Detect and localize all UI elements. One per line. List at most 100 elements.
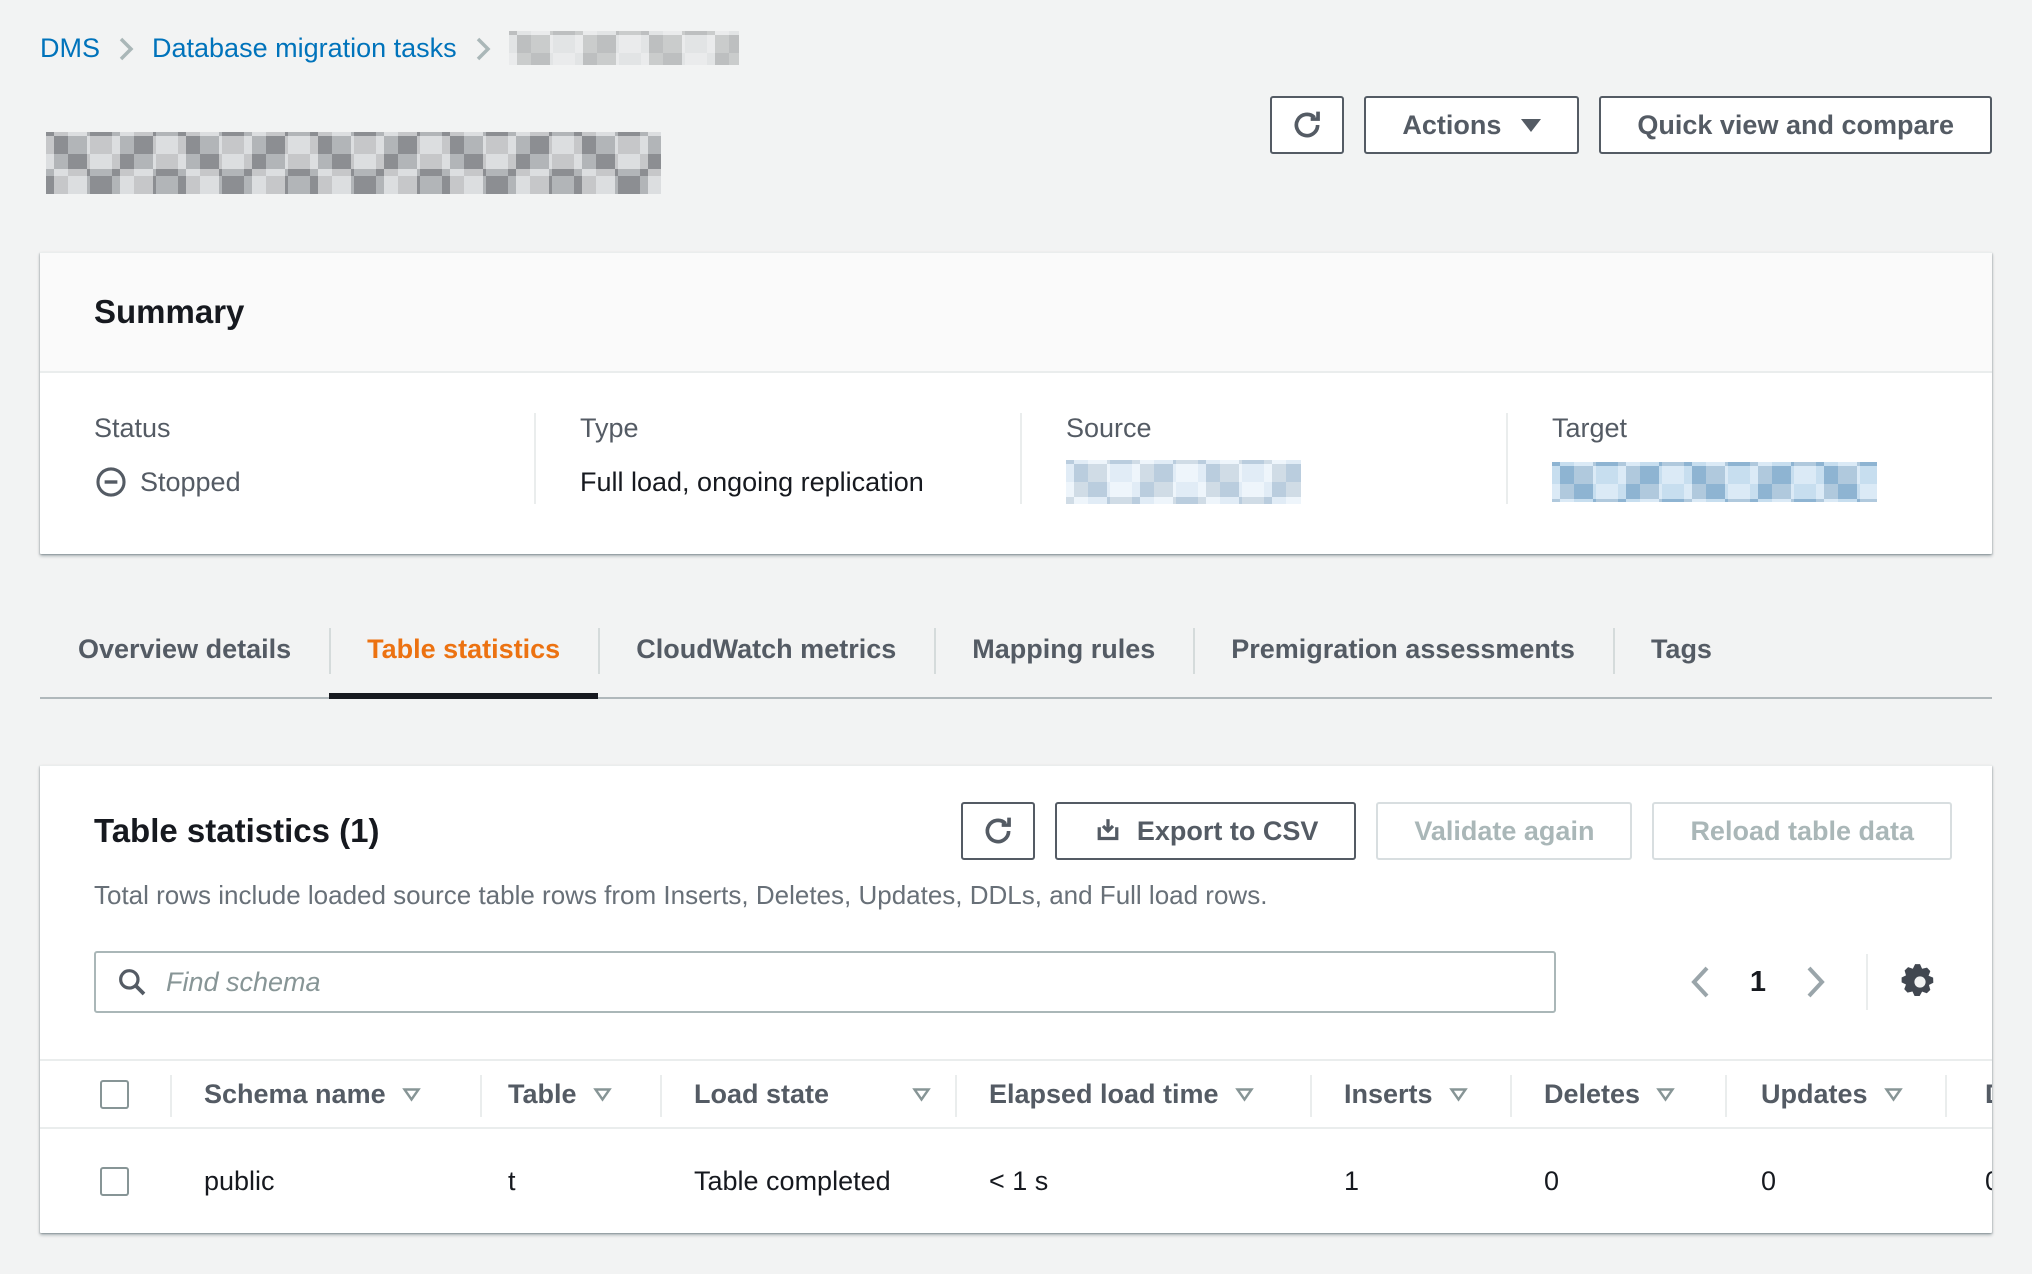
breadcrumb-link-tasks[interactable]: Database migration tasks — [152, 33, 457, 64]
source-link-redacted[interactable] — [1066, 460, 1301, 504]
table-statistics-title: Table statistics (1) — [94, 802, 379, 850]
quick-view-and-compare-button[interactable]: Quick view and compare — [1599, 96, 1992, 154]
page-header: Actions Quick view and compare — [40, 96, 1992, 196]
schema-search — [94, 951, 1556, 1013]
target-value — [1552, 460, 1962, 504]
column-header-schema-name[interactable]: Schema name — [170, 1061, 480, 1127]
table-toolbar: 1 — [40, 911, 1992, 1013]
dms-task-page: DMS Database migration tasks Actions — [0, 0, 2032, 1274]
target-label: Target — [1552, 413, 1962, 444]
summary-card-header: Summary — [40, 253, 1992, 373]
export-to-csv-label: Export to CSV — [1137, 816, 1319, 847]
download-icon — [1093, 816, 1123, 846]
search-icon — [116, 966, 148, 998]
cell-load-state: Table completed — [660, 1129, 955, 1233]
tab-table-statistics[interactable]: Table statistics — [329, 618, 598, 697]
actions-button[interactable]: Actions — [1364, 96, 1579, 154]
summary-status-column: Status Stopped — [40, 413, 534, 504]
inserts-header-label: Inserts — [1344, 1079, 1433, 1110]
tab-mapping-rules[interactable]: Mapping rules — [934, 618, 1193, 697]
header-checkbox-cell — [40, 1061, 170, 1127]
column-header-inserts[interactable]: Inserts — [1310, 1061, 1510, 1127]
previous-page-button[interactable] — [1672, 954, 1728, 1010]
validate-again-label: Validate again — [1414, 816, 1594, 847]
sort-icon[interactable] — [402, 1087, 421, 1102]
pagination: 1 — [1672, 952, 1950, 1012]
summary-card: Summary Status Stopped Type Full load, o… — [40, 252, 1992, 554]
table-statistics-table: Schema name Table Load state — [40, 1059, 1992, 1233]
actions-button-label: Actions — [1402, 110, 1501, 141]
type-label: Type — [580, 413, 990, 444]
tab-overview-details[interactable]: Overview details — [40, 618, 329, 697]
tab-tags-label: Tags — [1651, 634, 1712, 664]
column-header-updates[interactable]: Updates — [1725, 1061, 1945, 1127]
cell-table: t — [480, 1129, 660, 1233]
chevron-right-icon — [475, 36, 491, 60]
table-header-label: Table — [508, 1079, 577, 1110]
sort-icon[interactable] — [593, 1087, 612, 1102]
quick-view-label: Quick view and compare — [1637, 110, 1954, 141]
table-row[interactable]: public t Table completed < 1 s 1 0 0 0 — [40, 1129, 1992, 1233]
chevron-right-icon — [118, 36, 134, 60]
status-label: Status — [94, 413, 504, 444]
tab-premigration-assessments[interactable]: Premigration assessments — [1193, 618, 1613, 697]
sort-icon[interactable] — [912, 1087, 931, 1102]
table-statistics-card: Table statistics (1) Export to CSV — [40, 765, 1992, 1233]
cell-updates: 0 — [1725, 1129, 1945, 1233]
source-label: Source — [1066, 413, 1476, 444]
select-all-checkbox[interactable] — [100, 1080, 129, 1109]
caret-down-icon — [1521, 119, 1541, 132]
cell-ddls-clipped: 0 — [1945, 1129, 1992, 1233]
reload-table-data-label: Reload table data — [1690, 816, 1914, 847]
table-refresh-button[interactable] — [961, 802, 1035, 860]
table-header-row: Schema name Table Load state — [40, 1059, 1992, 1129]
breadcrumb-current-redacted — [509, 31, 739, 65]
sort-icon[interactable] — [1884, 1087, 1903, 1102]
ddls-header-label: D — [1985, 1079, 1992, 1110]
column-header-elapsed-load-time[interactable]: Elapsed load time — [955, 1061, 1310, 1127]
breadcrumb: DMS Database migration tasks — [40, 30, 1992, 66]
column-header-ddls-clipped[interactable]: D — [1945, 1061, 1992, 1127]
deletes-header-label: Deletes — [1544, 1079, 1640, 1110]
find-schema-input[interactable] — [94, 951, 1556, 1013]
sort-icon[interactable] — [1235, 1087, 1254, 1102]
cell-inserts: 1 — [1310, 1129, 1510, 1233]
schema-name-header-label: Schema name — [204, 1079, 386, 1110]
column-header-table[interactable]: Table — [480, 1061, 660, 1127]
validate-again-button[interactable]: Validate again — [1376, 802, 1632, 860]
summary-title: Summary — [94, 293, 1938, 331]
target-link-redacted[interactable] — [1552, 462, 1877, 502]
cell-schema-name: public — [170, 1129, 480, 1233]
gear-icon — [1899, 961, 1941, 1003]
source-value — [1066, 460, 1476, 504]
pager-divider — [1866, 954, 1868, 1010]
sort-icon[interactable] — [1449, 1087, 1468, 1102]
preferences-gear-button[interactable] — [1890, 952, 1950, 1012]
breadcrumb-link-dms[interactable]: DMS — [40, 33, 100, 64]
current-page-number[interactable]: 1 — [1736, 966, 1780, 999]
refresh-icon — [981, 814, 1015, 848]
summary-target-column: Target — [1506, 413, 1992, 504]
stopped-icon — [94, 465, 128, 499]
summary-type-column: Type Full load, ongoing replication — [534, 413, 1020, 504]
sort-icon[interactable] — [1656, 1087, 1675, 1102]
column-header-load-state[interactable]: Load state — [660, 1061, 955, 1127]
cell-elapsed-load-time: < 1 s — [955, 1129, 1310, 1233]
next-page-button[interactable] — [1788, 954, 1844, 1010]
tab-premigration-assessments-label: Premigration assessments — [1231, 634, 1575, 664]
load-state-header-label: Load state — [694, 1079, 829, 1110]
export-to-csv-button[interactable]: Export to CSV — [1055, 802, 1357, 860]
elapsed-header-label: Elapsed load time — [989, 1079, 1219, 1110]
column-header-deletes[interactable]: Deletes — [1510, 1061, 1725, 1127]
updates-header-label: Updates — [1761, 1079, 1868, 1110]
cell-deletes: 0 — [1510, 1129, 1725, 1233]
tab-cloudwatch-metrics[interactable]: CloudWatch metrics — [598, 618, 934, 697]
tab-mapping-rules-label: Mapping rules — [972, 634, 1155, 664]
status-value: Stopped — [94, 460, 504, 504]
row-checkbox[interactable] — [100, 1167, 129, 1196]
tab-tags[interactable]: Tags — [1613, 618, 1750, 697]
reload-table-data-button[interactable]: Reload table data — [1652, 802, 1952, 860]
tab-overview-details-label: Overview details — [78, 634, 291, 664]
tab-table-statistics-label: Table statistics — [367, 634, 560, 664]
refresh-button[interactable] — [1270, 96, 1344, 154]
